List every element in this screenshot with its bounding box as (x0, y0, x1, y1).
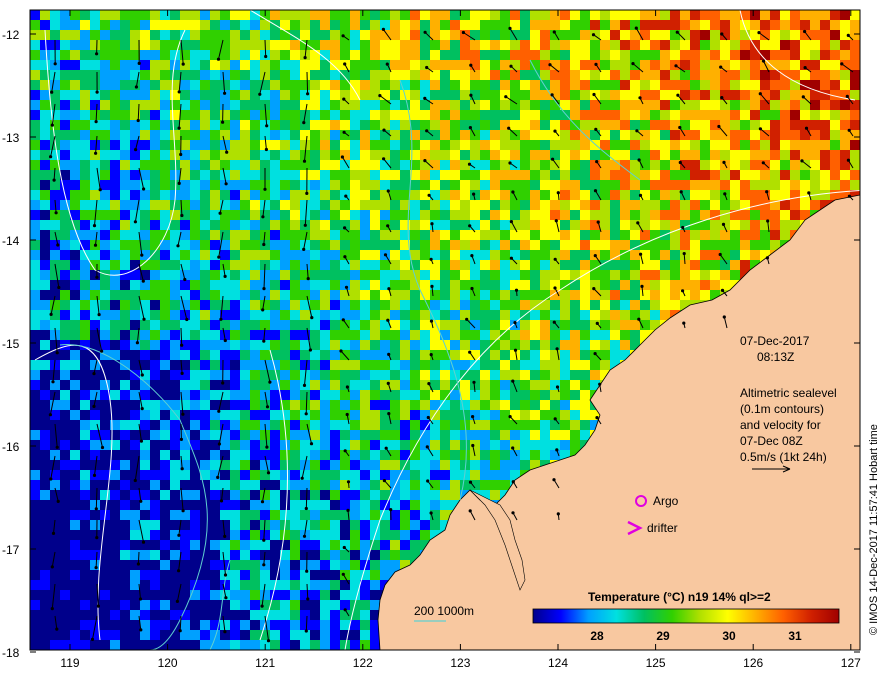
lon-tick-label: 124 (548, 656, 568, 670)
colorbar-tick-label: 31 (788, 629, 802, 643)
info-line-5: 0.5m/s (1kt 24h) (740, 450, 827, 464)
info-line-3: and velocity for (740, 418, 821, 432)
sst-map: -12 -13 -14 -15 -16 -17 -18 119 120 121 122 123 124… (2, 9, 880, 670)
lat-tick-label: -17 (2, 543, 20, 557)
drifter-label: drifter (647, 521, 678, 535)
info-line-4: 07-Dec 08Z (740, 434, 803, 448)
colorbar-tick-label: 29 (656, 629, 670, 643)
lat-tick-label: -16 (2, 440, 20, 454)
lat-tick-label: -14 (2, 234, 20, 248)
bathy-label: 200 1000m (414, 604, 474, 618)
info-line-2: (0.1m contours) (740, 402, 824, 416)
lon-tick-label: 126 (743, 656, 763, 670)
sst-field (30, 10, 860, 650)
info-line-1: Altimetric sealevel (740, 386, 837, 400)
lon-tick-label: 121 (255, 656, 275, 670)
colorbar-tick-label: 30 (722, 629, 736, 643)
credit-text: © IMOS 14-Dec-2017 11:57:41 Hobart time (868, 424, 880, 635)
lon-tick-label: 120 (158, 656, 178, 670)
lon-tick-label: 122 (353, 656, 373, 670)
lat-tick-label: -15 (2, 337, 20, 351)
lat-tick-label: -12 (2, 28, 20, 42)
colorbar-tick-label: 28 (590, 629, 604, 643)
lon-tick-label: 119 (60, 656, 79, 670)
lon-tick-label: 127 (841, 656, 861, 670)
lat-tick-label: -13 (2, 131, 20, 145)
map-time: 08:13Z (757, 350, 794, 364)
lon-tick-label: 123 (450, 656, 470, 670)
lat-tick-label: -18 (2, 646, 20, 660)
argo-label: Argo (653, 494, 679, 508)
colorbar-title: Temperature (°C) n19 14% ql>=2 (588, 590, 771, 604)
colorbar (532, 608, 840, 624)
lon-tick-label: 125 (646, 656, 666, 670)
map-date: 07-Dec-2017 (740, 334, 810, 348)
